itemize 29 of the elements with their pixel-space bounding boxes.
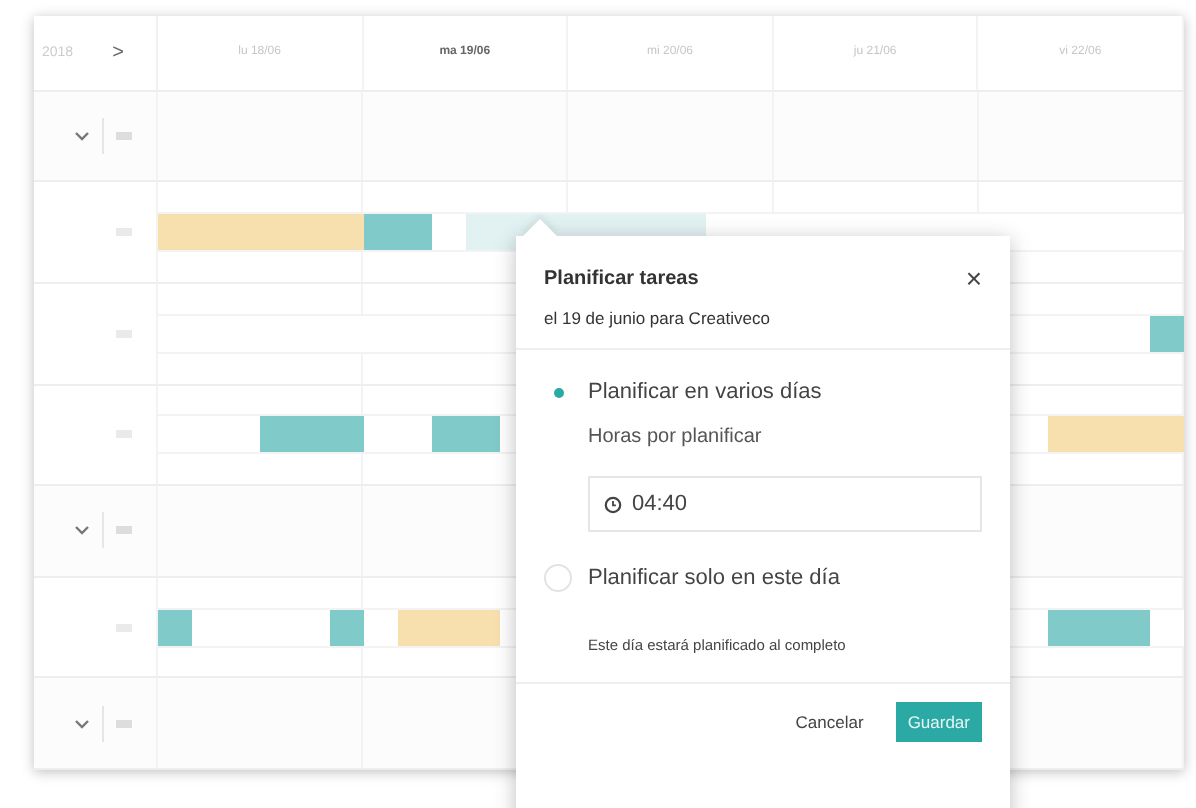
popover-title: Planificar tareas bbox=[544, 268, 699, 290]
group-label-icon bbox=[116, 132, 132, 141]
task-bar[interactable] bbox=[158, 609, 193, 646]
task-bar[interactable] bbox=[465, 416, 500, 453]
task-bar[interactable] bbox=[1047, 416, 1082, 453]
task-bar[interactable] bbox=[397, 214, 432, 251]
chevron-down-icon[interactable] bbox=[74, 130, 90, 143]
task-bar[interactable] bbox=[465, 214, 500, 251]
group-label-icon bbox=[116, 719, 132, 728]
close-button[interactable]: × bbox=[965, 262, 982, 294]
task-bar[interactable] bbox=[1149, 416, 1184, 453]
radio-button[interactable] bbox=[544, 564, 572, 592]
task-bar[interactable] bbox=[329, 416, 364, 453]
popover-subtitle: el 19 de junio para Creativeco bbox=[544, 308, 772, 328]
clock-icon bbox=[604, 495, 622, 513]
hours-field[interactable]: 04:40 bbox=[588, 476, 982, 532]
task-bar[interactable] bbox=[363, 214, 398, 251]
option-label[interactable]: Planificar solo en este día bbox=[588, 566, 840, 590]
chevron-down-icon[interactable] bbox=[74, 717, 90, 730]
option-label[interactable]: Planificar en varios días bbox=[588, 380, 822, 404]
task-bar[interactable] bbox=[260, 416, 295, 453]
group-label-icon bbox=[116, 526, 132, 535]
next-button[interactable]: > bbox=[104, 41, 132, 64]
cancel-button[interactable]: Cancelar bbox=[783, 702, 876, 742]
task-bar[interactable] bbox=[329, 214, 364, 251]
hours-label: Horas por planificar bbox=[588, 426, 764, 448]
task-bar[interactable] bbox=[431, 416, 466, 453]
chevron-down-icon[interactable] bbox=[74, 524, 90, 537]
task-bar[interactable] bbox=[158, 214, 193, 251]
